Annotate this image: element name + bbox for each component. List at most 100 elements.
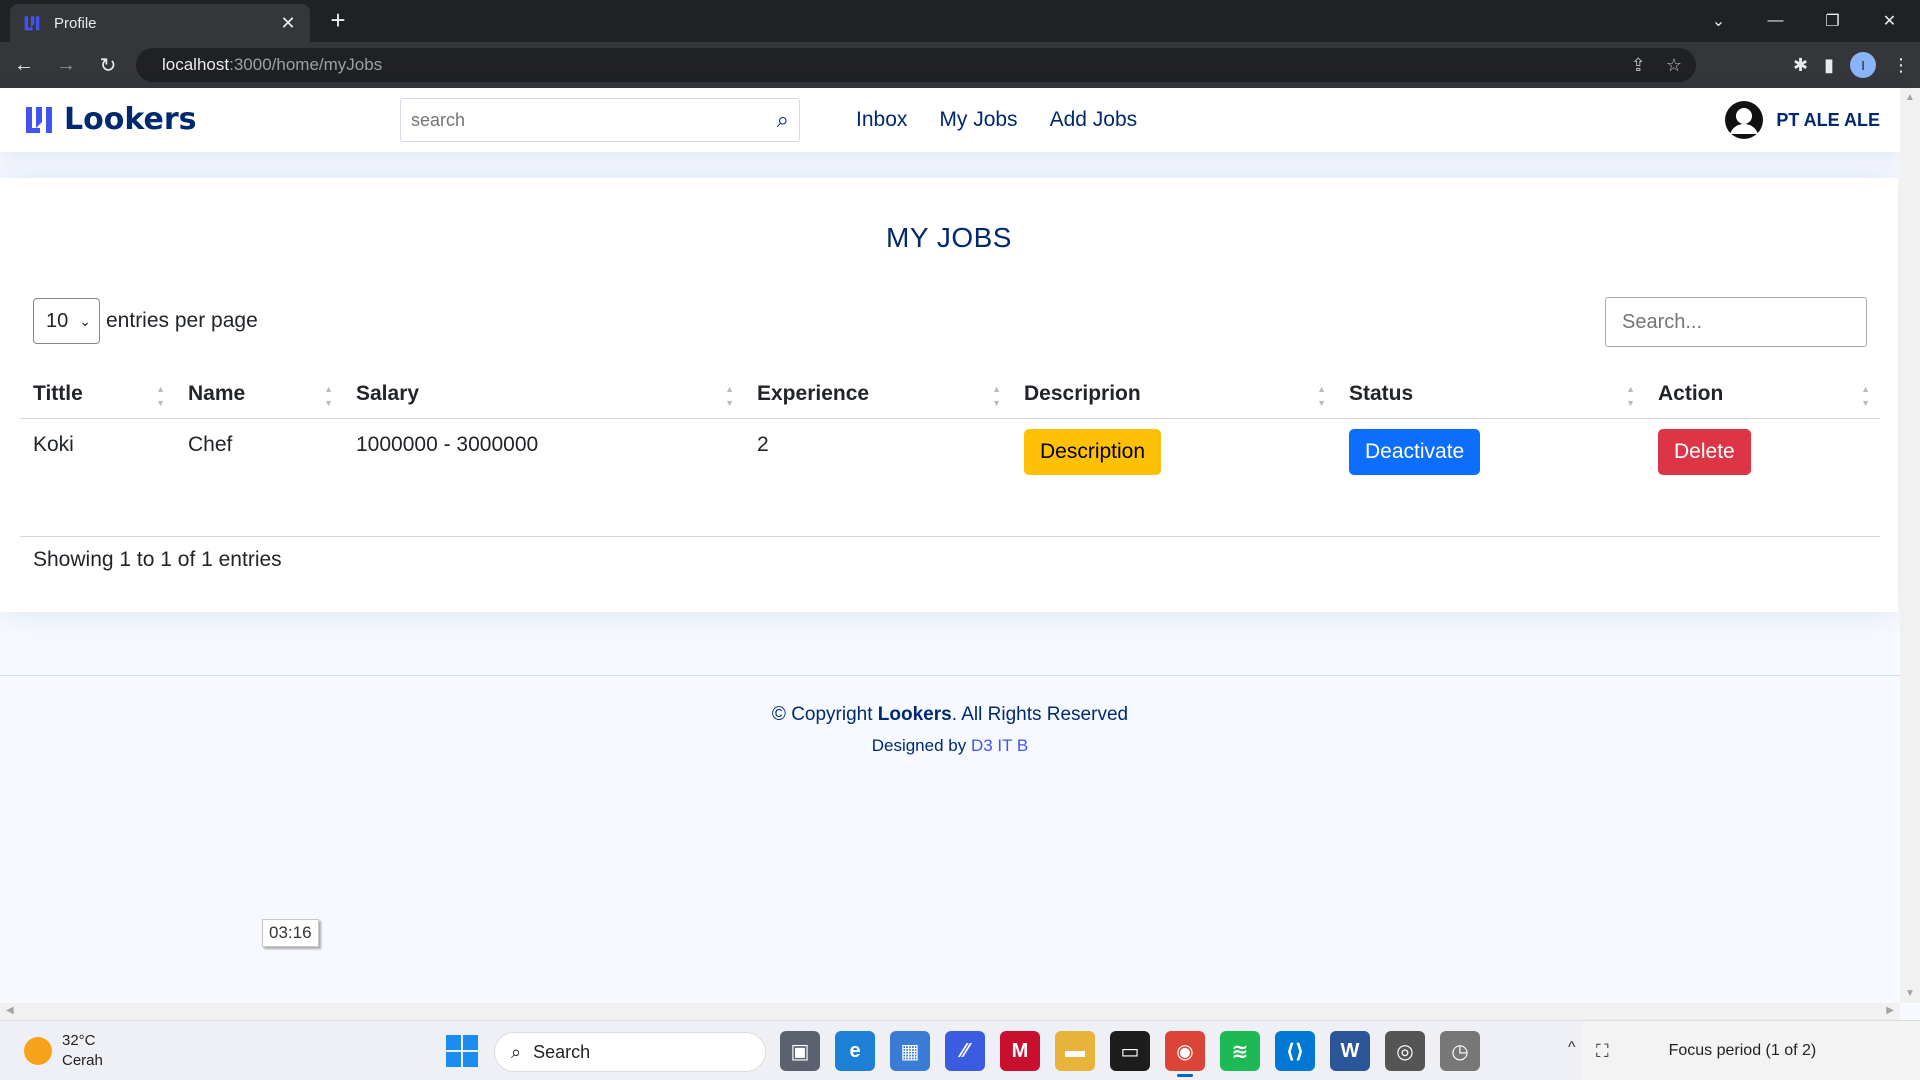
- col-header-status[interactable]: Status ▲ ▼: [1336, 366, 1645, 419]
- col-label: Salary: [356, 382, 420, 405]
- tray-chevron-icon[interactable]: ^: [1568, 1039, 1576, 1057]
- store-icon[interactable]: ▦: [890, 1031, 930, 1071]
- logo-text: Lookers: [64, 102, 197, 137]
- copyright-brand: Lookers: [877, 704, 952, 725]
- chrome-icon[interactable]: ◉: [1165, 1031, 1205, 1077]
- taskbar-search-label: Search: [533, 1041, 591, 1062]
- scroll-up-icon[interactable]: ▲: [1905, 92, 1915, 103]
- designed-by-label: Designed by: [871, 736, 971, 755]
- new-tab-icon[interactable]: +: [323, 6, 353, 36]
- focus-session[interactable]: ⛶ Focus period (1 of 2): [1582, 1021, 1920, 1080]
- cell-description: Description: [1011, 418, 1336, 537]
- my-jobs-card: MY JOBS 10 ⌄ entries per page Tittle ▲▼ N…: [0, 178, 1898, 612]
- jobs-table: Tittle ▲ ▼ Name ▲ ▼ Salary ▲ ▼ Experience ▲ ▼ De…: [20, 366, 1880, 537]
- minimize-icon[interactable]: —: [1747, 12, 1804, 30]
- nav-my-jobs[interactable]: My Jobs: [939, 108, 1017, 132]
- extensions-icon[interactable]: ✱: [1793, 55, 1808, 76]
- spotify-icon[interactable]: ≋: [1220, 1031, 1260, 1071]
- nav-inbox[interactable]: Inbox: [856, 108, 907, 132]
- site-search-input[interactable]: [411, 109, 777, 131]
- search-icon[interactable]: ⌕: [777, 107, 789, 133]
- sort-icon: ▲ ▼: [324, 384, 333, 408]
- copyright: © Copyright Lookers. All Rights Reserved: [0, 704, 1900, 726]
- window-controls: ⌄ — ❐ ✕: [1690, 0, 1918, 42]
- site-search-bar: ⌕: [400, 98, 800, 142]
- col-header-experience[interactable]: Experience ▲ ▼: [744, 366, 1011, 419]
- edge-icon[interactable]: e: [835, 1031, 875, 1071]
- bookmark-star-icon[interactable]: ☆: [1666, 55, 1682, 76]
- windows-taskbar: 32°C Cerah ⌕ Search ▣ e ▦ ⁄⁄ M ▬ ▭ ◉ ≋ ⟨⟩ …: [0, 1020, 1920, 1080]
- browser-tab[interactable]: Profile ✕: [10, 4, 310, 42]
- site-footer: © Copyright Lookers. All Rights Reserved…: [0, 675, 1900, 995]
- sort-icon: ▲ ▼: [1317, 384, 1326, 408]
- back-icon[interactable]: ←: [6, 47, 42, 83]
- sort-icon: ▲ ▼: [1626, 384, 1635, 408]
- cell-action: Delete: [1645, 418, 1880, 537]
- task-view-icon[interactable]: ▣: [780, 1031, 820, 1071]
- file-explorer-icon[interactable]: ▬: [1055, 1031, 1095, 1071]
- word-icon[interactable]: W: [1330, 1031, 1370, 1071]
- browser-menu-icon[interactable]: ⋮: [1892, 55, 1910, 76]
- chevron-down-icon: ⌄: [79, 312, 91, 329]
- col-header-salary[interactable]: Salary ▲ ▼: [343, 366, 744, 419]
- terminal-icon[interactable]: ▭: [1110, 1031, 1150, 1071]
- col-label: Status: [1349, 382, 1414, 405]
- tab-close-icon[interactable]: ✕: [278, 13, 298, 34]
- copyright-prefix: © Copyright: [771, 704, 878, 725]
- weather-desc: Cerah: [62, 1052, 103, 1069]
- sort-icon: ▲ ▼: [1861, 384, 1870, 408]
- mcafee-icon[interactable]: M: [1000, 1031, 1040, 1071]
- user-avatar-icon: [1725, 101, 1764, 139]
- window-close-icon[interactable]: ✕: [1861, 11, 1918, 31]
- restore-icon[interactable]: ❐: [1804, 11, 1861, 31]
- col-label: Tittle: [33, 382, 83, 405]
- vscode-icon[interactable]: ⟨⟩: [1275, 1031, 1315, 1071]
- page-title: MY JOBS: [886, 222, 1012, 253]
- clock-icon[interactable]: ◷: [1440, 1031, 1480, 1071]
- forward-icon[interactable]: →: [48, 47, 84, 83]
- windows-start-icon[interactable]: [446, 1035, 478, 1067]
- lookers-favicon-icon: [22, 13, 42, 33]
- weather-temp: 32°C: [62, 1032, 96, 1049]
- cell-name: Chef: [175, 418, 343, 537]
- weather-widget[interactable]: 32°C Cerah: [24, 1031, 103, 1071]
- taskbar-search[interactable]: ⌕ Search: [494, 1032, 766, 1072]
- reload-icon[interactable]: ↻: [90, 47, 126, 83]
- address-bar[interactable]: ⓘ localhost:3000/home/myJobs ⇪ ☆: [136, 48, 1696, 436]
- scroll-right-icon[interactable]: ▶: [1886, 1005, 1894, 1016]
- share-icon[interactable]: ⇪: [1631, 55, 1646, 76]
- col-header-action[interactable]: Action ▲ ▼: [1645, 366, 1880, 419]
- designer-link[interactable]: D3 IT B: [971, 736, 1028, 755]
- main-nav: Inbox My Jobs Add Jobs: [856, 108, 1137, 132]
- delete-button[interactable]: Delete: [1658, 429, 1751, 475]
- table-search-input[interactable]: [1605, 297, 1867, 347]
- description-button[interactable]: Description: [1024, 429, 1162, 475]
- address-url[interactable]: localhost:3000/home/myJobs: [162, 55, 382, 75]
- cell-experience: 2: [744, 418, 1011, 537]
- per-page-select[interactable]: 10 ⌄: [33, 298, 100, 344]
- tab-search-icon[interactable]: ⌄: [1690, 11, 1747, 31]
- obs-icon[interactable]: ◎: [1385, 1031, 1425, 1071]
- horizontal-scrollbar[interactable]: ◀ ▶: [0, 1003, 1900, 1020]
- vertical-scrollbar[interactable]: ▲ ▼: [1900, 88, 1920, 1003]
- browser-profile-avatar[interactable]: I: [1850, 52, 1876, 78]
- side-panel-icon[interactable]: ▮: [1824, 55, 1834, 76]
- scroll-left-icon[interactable]: ◀: [6, 1005, 14, 1016]
- col-header-title[interactable]: Tittle ▲ ▼: [20, 366, 175, 419]
- focus-label: Focus period (1 of 2): [1668, 1042, 1817, 1059]
- url-path: :3000/home/myJobs: [229, 55, 383, 74]
- deactivate-button[interactable]: Deactivate: [1349, 429, 1481, 475]
- col-header-description[interactable]: Descriprion ▲ ▼: [1011, 366, 1336, 419]
- tab-title: Profile: [54, 14, 97, 32]
- designed-by: Designed by D3 IT B: [0, 736, 1900, 756]
- table-info: Showing 1 to 1 of 1 entries: [33, 548, 282, 571]
- nav-add-jobs[interactable]: Add Jobs: [1050, 108, 1138, 132]
- powerautomate-icon[interactable]: ⁄⁄: [945, 1031, 985, 1071]
- scroll-down-icon[interactable]: ▼: [1905, 988, 1915, 999]
- col-header-name[interactable]: Name ▲ ▼: [175, 366, 343, 419]
- user-profile[interactable]: PT ALE ALE: [1722, 100, 1880, 140]
- table-row: Koki Chef 1000000 - 3000000 2 Descriptio…: [20, 418, 1880, 537]
- site-logo[interactable]: Lookers: [24, 102, 196, 137]
- weather-sun-icon: [24, 1037, 52, 1065]
- focus-icon: ⛶: [1596, 1040, 1609, 1061]
